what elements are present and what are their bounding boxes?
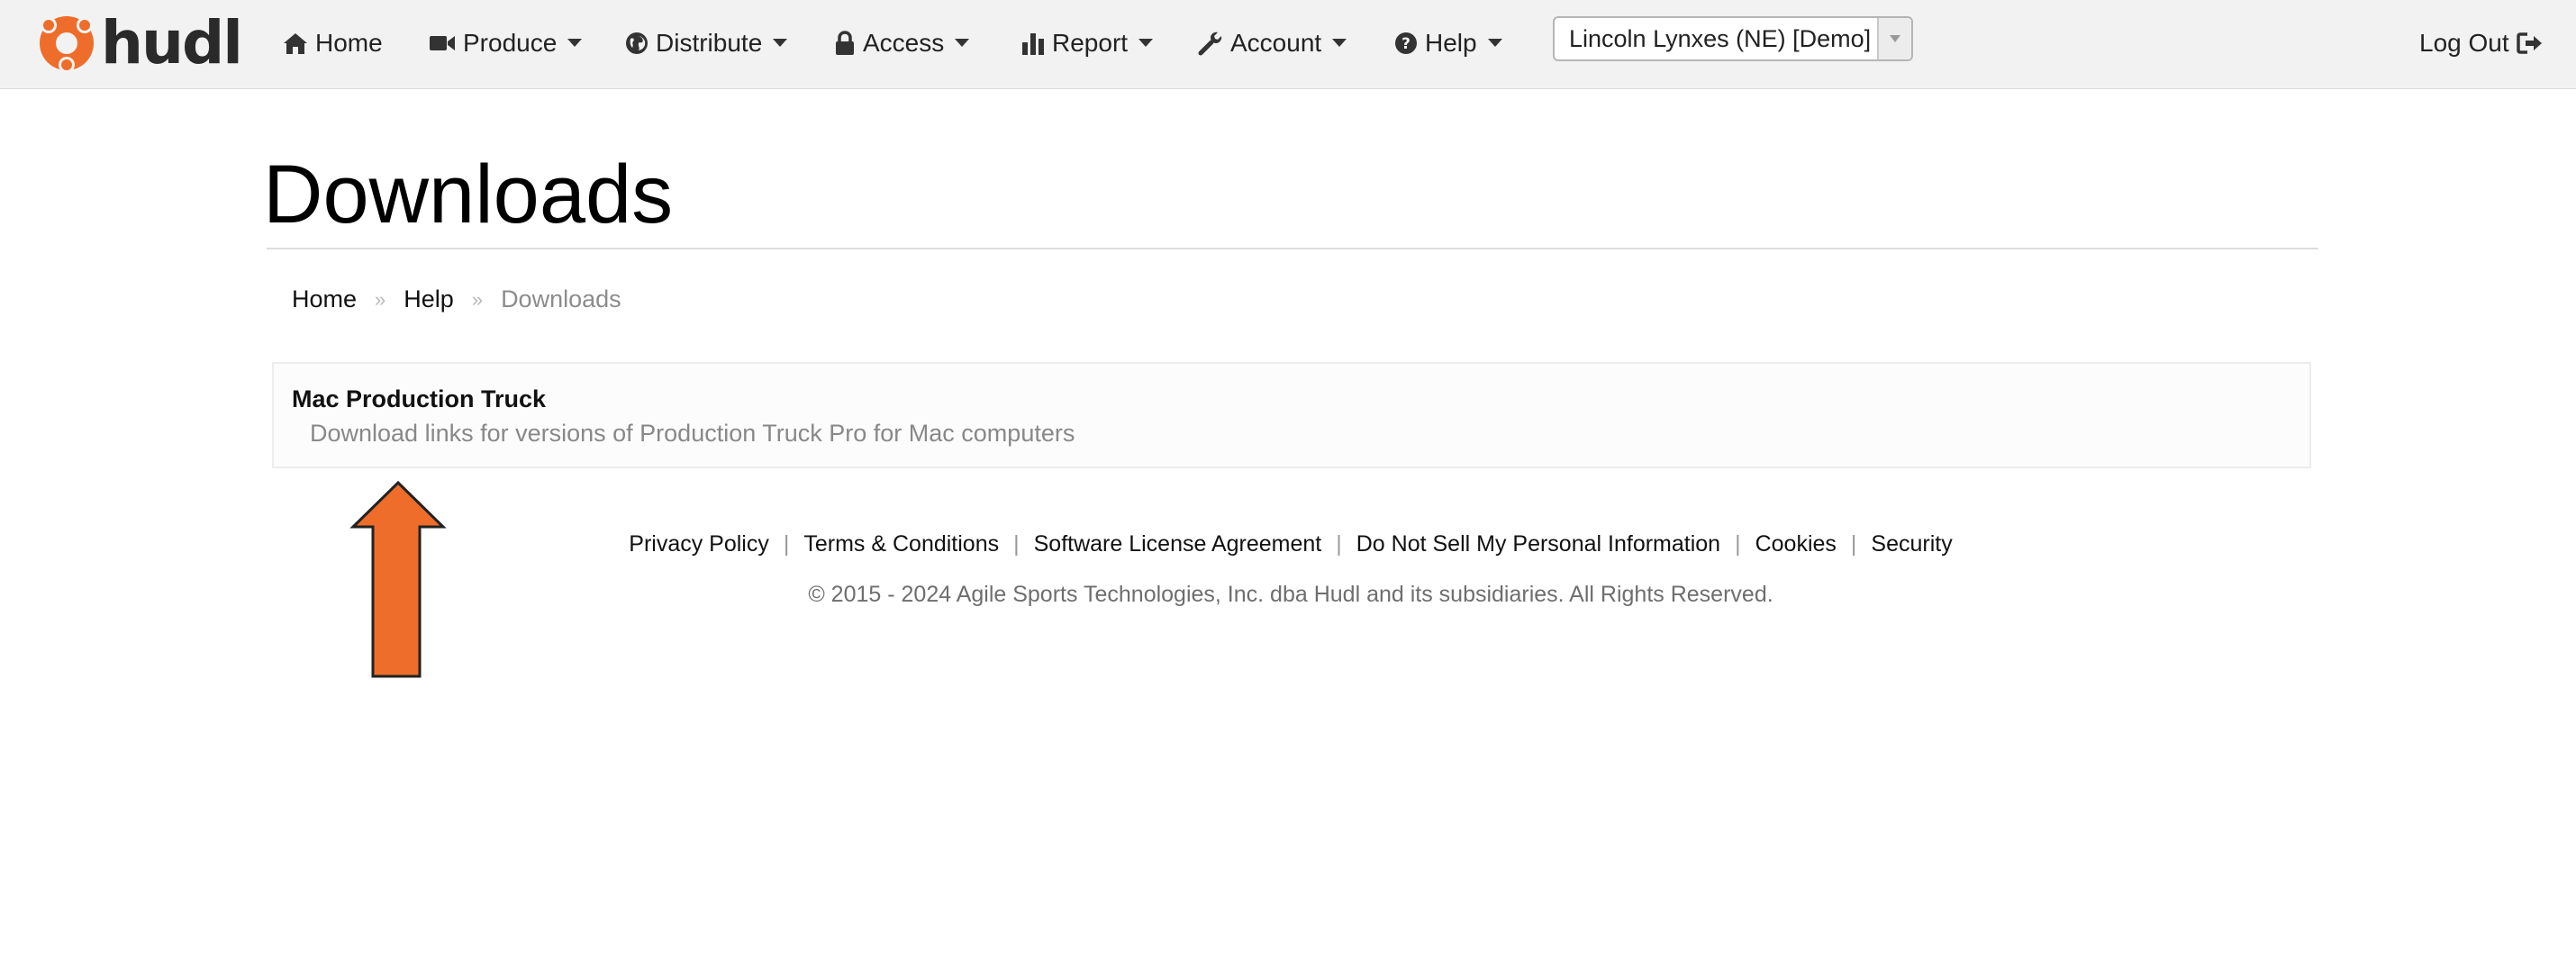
footer-separator: | xyxy=(1735,531,1741,557)
chevron-down-icon xyxy=(567,39,583,47)
chevron-down-icon xyxy=(955,39,970,47)
footer-link-terms[interactable]: Terms & Conditions xyxy=(803,531,999,557)
breadcrumb-separator: » xyxy=(471,287,484,311)
question-circle-icon: ? xyxy=(1395,32,1417,54)
breadcrumb-separator: » xyxy=(375,287,386,311)
nav-distribute-label: Distribute xyxy=(656,28,763,57)
breadcrumb-help[interactable]: Help xyxy=(404,285,454,313)
download-item-mac-production-truck[interactable]: Mac Production Truck Download links for … xyxy=(272,362,2311,468)
nav-produce-label: Produce xyxy=(463,28,558,57)
nav-home[interactable]: Home xyxy=(283,0,383,86)
nav-home-label: Home xyxy=(315,28,383,57)
download-item-description: Download links for versions of Productio… xyxy=(310,420,1075,447)
wrench-icon xyxy=(1198,32,1222,55)
chevron-down-icon xyxy=(1487,39,1502,47)
chevron-down-icon xyxy=(1138,39,1154,47)
nav-report-label: Report xyxy=(1052,28,1129,57)
breadcrumb-current: Downloads xyxy=(501,285,621,312)
download-item-title[interactable]: Mac Production Truck xyxy=(292,385,546,413)
video-camera-icon xyxy=(430,35,455,50)
hudl-wordmark: hudl xyxy=(101,8,243,77)
home-icon xyxy=(284,32,307,54)
footer-link-software-license[interactable]: Software License Agreement xyxy=(1034,531,1322,557)
nav-help-label: Help xyxy=(1425,28,1477,57)
footer-link-do-not-sell[interactable]: Do Not Sell My Personal Information xyxy=(1356,531,1720,557)
nav-account-label: Account xyxy=(1230,28,1322,57)
nav-distribute[interactable]: Distribute xyxy=(625,0,788,86)
nav-produce[interactable]: Produce xyxy=(429,0,583,86)
hudl-logo[interactable]: hudl xyxy=(36,8,243,77)
breadcrumb: Home » Help » Downloads xyxy=(292,285,621,313)
chevron-down-icon xyxy=(1332,39,1347,47)
footer-separator: | xyxy=(1850,531,1857,557)
hudl-logo-icon xyxy=(40,16,94,73)
select-dropdown-button[interactable] xyxy=(1877,18,1911,59)
nav-access[interactable]: Access xyxy=(834,0,970,86)
bar-chart-icon xyxy=(1022,32,1044,55)
nav-access-label: Access xyxy=(863,28,945,57)
lock-icon xyxy=(836,30,854,55)
svg-text:?: ? xyxy=(1401,35,1410,53)
footer-links: Privacy Policy | Terms & Conditions | So… xyxy=(0,531,2576,557)
globe-icon xyxy=(626,32,648,54)
nav-account[interactable]: Account xyxy=(1198,0,1347,86)
logout-link[interactable]: Log Out xyxy=(2419,0,2544,86)
page-title: Downloads xyxy=(263,149,674,240)
footer-link-privacy-policy[interactable]: Privacy Policy xyxy=(629,531,769,557)
team-select-value: Lincoln Lynxes (NE) [Demo] xyxy=(1569,24,1872,52)
sign-out-icon xyxy=(2516,32,2542,54)
footer-link-cookies[interactable]: Cookies xyxy=(1755,531,1837,557)
top-navbar: hudl Home Produce Distribute Access Repo… xyxy=(0,0,2576,89)
team-select[interactable]: Lincoln Lynxes (NE) [Demo] xyxy=(1553,16,1913,61)
footer-link-security[interactable]: Security xyxy=(1871,531,1952,557)
chevron-down-icon xyxy=(1890,35,1900,42)
logout-label: Log Out xyxy=(2419,28,2509,57)
footer-separator: | xyxy=(783,531,790,557)
footer-separator: | xyxy=(1336,531,1342,557)
breadcrumb-home[interactable]: Home xyxy=(292,285,357,313)
up-arrow-annotation-icon xyxy=(349,480,447,678)
nav-report[interactable]: Report xyxy=(1021,0,1154,86)
nav-help[interactable]: ? Help xyxy=(1394,0,1502,86)
copyright-text: © 2015 - 2024 Agile Sports Technologies,… xyxy=(808,582,1773,607)
title-divider xyxy=(267,248,2318,249)
chevron-down-icon xyxy=(773,39,788,47)
footer-separator: | xyxy=(1013,531,1020,557)
